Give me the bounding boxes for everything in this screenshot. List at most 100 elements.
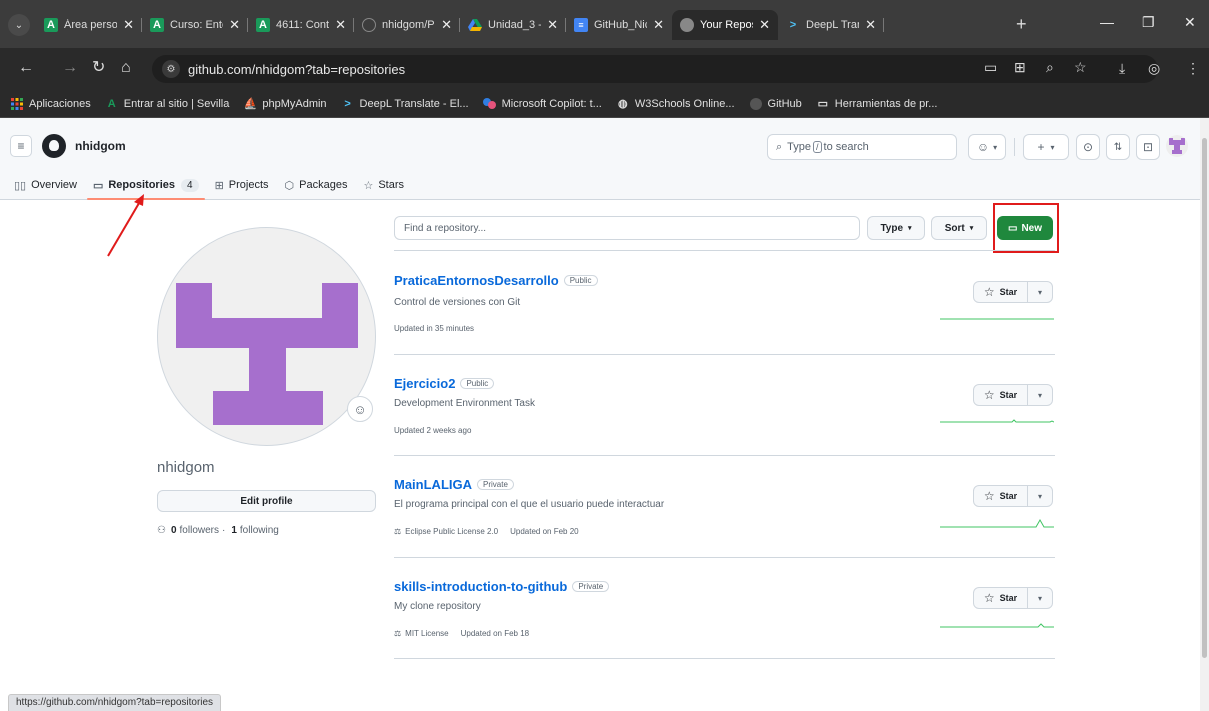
sort-filter-button[interactable]: Sort ▾ <box>931 216 987 240</box>
issues-button[interactable]: ⊙ <box>1076 134 1100 160</box>
tab-overview[interactable]: ▯▯ Overview <box>14 170 77 200</box>
repo-meta: ⚖ MIT License Updated on Feb 18 <box>394 629 529 638</box>
user-avatar[interactable] <box>1166 135 1188 157</box>
browser-tab[interactable]: > DeepL Translate ✕ <box>778 10 884 40</box>
bookmark-deepl[interactable]: > DeepL Translate - El... <box>341 97 468 111</box>
type-label: Type <box>880 222 904 234</box>
set-status-smiley-icon[interactable]: ☺ <box>347 396 373 422</box>
bookmark-aplicaciones[interactable]: Aplicaciones <box>10 97 91 111</box>
tab-title: Curso: Entornos <box>170 19 223 31</box>
star-list-dropdown[interactable]: ▾ <box>1028 282 1052 302</box>
close-tab-icon[interactable]: ✕ <box>123 17 134 33</box>
tab-label: Stars <box>378 179 405 191</box>
repo-meta: Updated in 35 minutes <box>394 324 474 333</box>
close-tab-icon[interactable]: ✕ <box>335 17 346 33</box>
close-tab-icon[interactable]: ✕ <box>865 17 876 33</box>
tab-title: GitHub_Nicolas <box>594 19 647 31</box>
browser-tab[interactable]: Unidad_3 - Google ✕ <box>460 10 566 40</box>
folder-icon: ▭ <box>817 98 828 110</box>
repo-name-link[interactable]: PraticaEntornosDesarrollo Public <box>394 273 598 288</box>
profile-icon[interactable]: ◎ <box>1148 60 1160 77</box>
browser-tab[interactable]: A Área personal ✕ <box>36 10 142 40</box>
copilot-button[interactable]: ☺ ▾ <box>968 134 1006 160</box>
deepl-icon: > <box>344 97 351 110</box>
close-tab-icon[interactable]: ✕ <box>441 17 452 33</box>
bookmark-github[interactable]: GitHub <box>749 97 802 111</box>
tab-packages[interactable]: ⬡ Packages <box>285 170 348 200</box>
browser-tab[interactable]: ≡ GitHub_Nicolas ✕ <box>566 10 672 40</box>
back-arrow-icon[interactable]: ← <box>18 59 34 77</box>
bookmark-copilot[interactable]: Microsoft Copilot: t... <box>483 97 602 111</box>
repo-name-link[interactable]: skills-introduction-to-github Private <box>394 579 610 594</box>
browser-tab[interactable]: nhidgom/PraticaEn ✕ <box>354 10 460 40</box>
new-tab-button[interactable]: + <box>1016 15 1027 33</box>
browser-tab-active[interactable]: Your Repositories ✕ <box>672 10 778 40</box>
star-button[interactable]: ☆ Star <box>974 588 1028 608</box>
copilot-icon: ☺ <box>976 140 990 154</box>
bookmark-herramientas[interactable]: ▭ Herramientas de pr... <box>816 97 938 111</box>
address-bar[interactable]: ⚙ github.com/nhidgom?tab=repositories ▭ … <box>152 55 1158 83</box>
profile-avatar[interactable] <box>157 227 376 446</box>
repo-meta: ⚖ Eclipse Public License 2.0 Updated on Fe… <box>394 527 579 536</box>
translate-icon[interactable]: ⊞ <box>1014 59 1026 76</box>
repo-updated: Updated 2 weeks ago <box>394 426 472 435</box>
repo-name-link[interactable]: MainLALIGA Private <box>394 477 514 492</box>
book-icon: ▯▯ <box>14 179 27 192</box>
github-icon <box>680 18 694 32</box>
tab-projects[interactable]: ⊞ Projects <box>215 170 269 200</box>
inbox-button[interactable]: ⊡ <box>1136 134 1160 160</box>
repo-updated: Updated on Feb 20 <box>510 527 579 536</box>
star-list-dropdown[interactable]: ▾ <box>1028 588 1052 608</box>
bookmark-star-icon[interactable]: ☆ <box>1074 59 1087 76</box>
cast-icon[interactable]: ▭ <box>984 59 997 76</box>
tab-stars[interactable]: ☆ Stars <box>363 170 404 200</box>
browser-tab[interactable]: A 4611: Contenido ✕ <box>248 10 354 40</box>
license-info: ⚖ MIT License <box>394 629 449 638</box>
tab-search-chevron-icon[interactable]: ⌄ <box>8 14 30 36</box>
restore-window-icon[interactable]: ❐ <box>1142 14 1155 31</box>
browser-menu-icon[interactable]: ⋮ <box>1186 60 1200 77</box>
star-icon: ☆ <box>983 388 995 402</box>
bookmark-entrar-sitio[interactable]: A Entrar al sitio | Sevilla <box>105 97 230 111</box>
create-new-button[interactable]: + ▾ <box>1023 134 1069 160</box>
close-tab-icon[interactable]: ✕ <box>229 17 240 33</box>
download-icon[interactable]: ⤓ <box>1119 60 1125 77</box>
reload-icon[interactable]: ↻ <box>92 59 105 77</box>
star-list-dropdown[interactable]: ▾ <box>1028 486 1052 506</box>
repo-name-link[interactable]: Ejercicio2 Public <box>394 376 495 391</box>
star-list-dropdown[interactable]: ▾ <box>1028 385 1052 405</box>
pull-requests-button[interactable]: ⇅ <box>1106 134 1130 160</box>
annotation-highlight-box <box>993 203 1059 253</box>
globe-icon: ◍ <box>618 98 628 110</box>
find-repository-input[interactable]: Find a repository... <box>394 216 860 240</box>
following-label[interactable]: following <box>240 525 279 536</box>
forward-arrow-icon[interactable]: → <box>62 59 78 77</box>
bookmark-w3schools[interactable]: ◍ W3Schools Online... <box>616 97 734 111</box>
header-username[interactable]: nhidgom <box>75 139 126 153</box>
close-tab-icon[interactable]: ✕ <box>759 17 770 33</box>
type-filter-button[interactable]: Type ▾ <box>867 216 925 240</box>
bookmark-phpmyadmin[interactable]: ⛵ phpMyAdmin <box>243 97 326 111</box>
close-tab-icon[interactable]: ✕ <box>547 17 558 33</box>
close-tab-icon[interactable]: ✕ <box>653 17 664 33</box>
star-button[interactable]: ☆ Star <box>974 282 1028 302</box>
home-icon[interactable]: ⌂ <box>121 59 131 77</box>
site-info-icon[interactable]: ⚙ <box>162 60 180 78</box>
github-logo-icon[interactable] <box>42 134 66 158</box>
close-window-icon[interactable]: ✕ <box>1184 14 1196 31</box>
zoom-icon[interactable]: ⌕ <box>1046 59 1054 76</box>
edit-profile-button[interactable]: Edit profile <box>157 490 376 512</box>
followers-count[interactable]: 0 <box>171 525 177 536</box>
github-icon <box>362 18 376 32</box>
minimize-icon[interactable]: — <box>1100 14 1114 30</box>
scrollbar-thumb[interactable] <box>1202 138 1207 658</box>
inbox-icon: ⊡ <box>1142 140 1154 154</box>
star-button[interactable]: ☆ Star <box>974 385 1028 405</box>
browser-tab[interactable]: A Curso: Entornos ✕ <box>142 10 248 40</box>
search-input[interactable]: ⌕ Type / to search <box>767 134 957 160</box>
hamburger-menu-icon[interactable]: ≡ <box>10 135 32 157</box>
following-count[interactable]: 1 <box>231 525 237 536</box>
apps-grid-icon <box>10 97 24 111</box>
followers-label[interactable]: followers <box>180 525 219 536</box>
star-button[interactable]: ☆ Star <box>974 486 1028 506</box>
